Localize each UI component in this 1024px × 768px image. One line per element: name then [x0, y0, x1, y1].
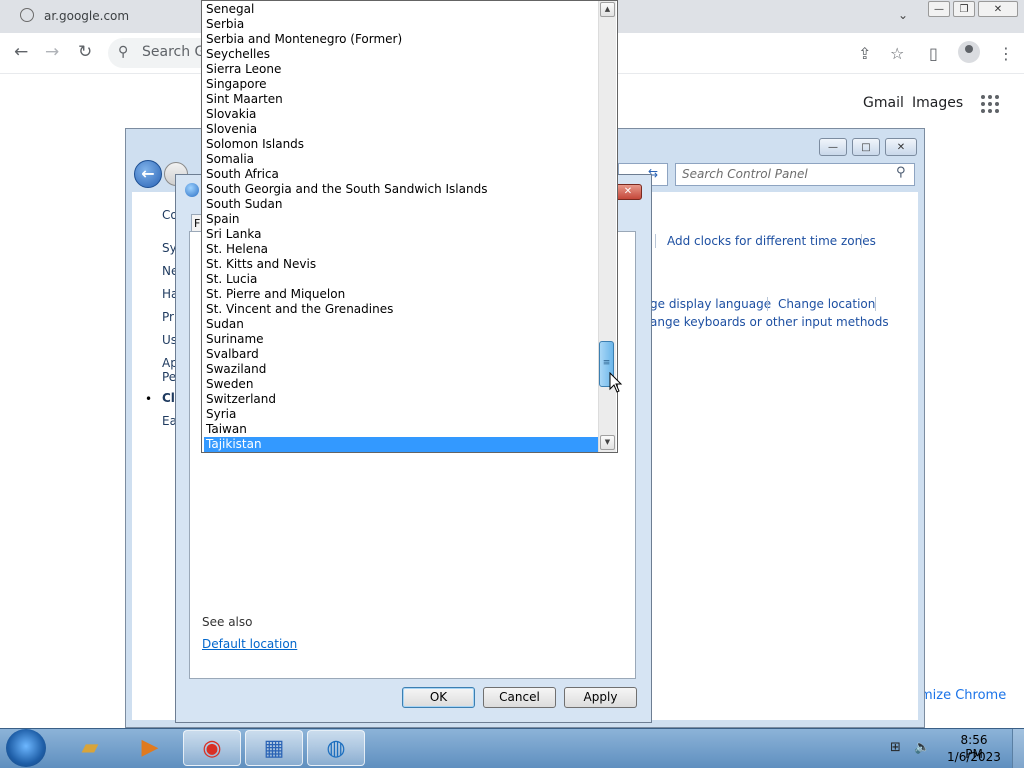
list-item[interactable]: Singapore: [204, 77, 600, 92]
share-icon[interactable]: ⇪: [858, 44, 871, 63]
network-icon[interactable]: ⊞: [890, 740, 901, 755]
list-item[interactable]: Serbia and Montenegro (Former): [204, 32, 600, 47]
country-items: Senegal Serbia Serbia and Montenegro (Form…: [204, 2, 600, 452]
cp-minimize-button[interactable]: —: [819, 138, 847, 156]
list-item[interactable]: Syria: [204, 407, 600, 422]
list-item[interactable]: Solomon Islands: [204, 137, 600, 152]
cp-maximize-button[interactable]: □: [852, 138, 880, 156]
sidebar-item-programs[interactable]: Pr: [162, 310, 174, 324]
list-item[interactable]: South Sudan: [204, 197, 600, 212]
list-item[interactable]: Sint Maarten: [204, 92, 600, 107]
home-location-dropdown-list[interactable]: Senegal Serbia Serbia and Montenegro (Form…: [201, 0, 618, 453]
explorer-icon: ▰: [81, 735, 99, 760]
add-clocks-link[interactable]: Add clocks for different time zones: [667, 234, 876, 248]
dialog-close-button[interactable]: ✕: [614, 184, 642, 200]
images-link[interactable]: Images: [912, 95, 963, 111]
cp-close-button[interactable]: ✕: [885, 138, 917, 156]
list-item[interactable]: Switzerland: [204, 392, 600, 407]
list-item[interactable]: Somalia: [204, 152, 600, 167]
bookmark-star-icon[interactable]: ☆: [890, 44, 904, 63]
scroll-down-arrow-icon[interactable]: ▼: [600, 435, 615, 450]
link-separator: [767, 297, 768, 311]
media-player-icon: ▶: [141, 735, 159, 760]
list-item[interactable]: Taiwan: [204, 422, 600, 437]
show-desktop-button[interactable]: [1012, 729, 1024, 768]
see-also-label: See also: [202, 615, 253, 629]
list-item[interactable]: Slovenia: [204, 122, 600, 137]
taskbar-control-panel[interactable]: ▦: [245, 730, 303, 766]
forward-arrow-icon[interactable]: →: [45, 42, 59, 62]
link-separator: [875, 297, 876, 311]
kebab-menu-icon[interactable]: ⋮: [998, 44, 1014, 63]
default-location-link[interactable]: Default location: [202, 637, 297, 651]
region-globe-icon: [185, 183, 199, 197]
tab-title[interactable]: ar.google.com: [44, 9, 129, 23]
mouse-cursor-icon: [609, 372, 623, 393]
list-item[interactable]: Serbia: [204, 17, 600, 32]
control-panel-icon: ▦: [263, 736, 285, 761]
chrome-restore-button[interactable]: ❐: [953, 1, 975, 17]
change-display-language-link[interactable]: ge display language: [650, 297, 771, 311]
search-icon: ⚲: [118, 44, 129, 60]
change-keyboards-link[interactable]: ange keyboards or other input methods: [650, 315, 889, 329]
list-item[interactable]: Sudan: [204, 317, 600, 332]
list-item[interactable]: Spain: [204, 212, 600, 227]
cancel-button[interactable]: Cancel: [483, 687, 556, 708]
chrome-close-button[interactable]: ✕: [978, 1, 1018, 17]
sidebar-current-bullet: •: [145, 392, 153, 406]
sidebar-item-clock-language-region[interactable]: Cl: [162, 391, 175, 405]
region-globe-icon: ◍: [326, 736, 346, 761]
list-item[interactable]: South Africa: [204, 167, 600, 182]
start-orb-icon[interactable]: [6, 729, 46, 767]
apply-button[interactable]: Apply: [564, 687, 637, 708]
google-apps-icon[interactable]: [981, 95, 999, 113]
chrome-minimize-button[interactable]: —: [928, 1, 950, 17]
link-separator: [861, 234, 862, 248]
reload-icon[interactable]: ↻: [78, 42, 92, 62]
chrome-icon: ◉: [202, 736, 222, 761]
customize-chrome-button[interactable]: mize Chrome: [920, 688, 1006, 703]
list-item[interactable]: St. Lucia: [204, 272, 600, 287]
scroll-up-arrow-icon[interactable]: ▲: [600, 2, 615, 17]
list-item[interactable]: St. Vincent and the Grenadines: [204, 302, 600, 317]
list-item[interactable]: South Georgia and the South Sandwich Isl…: [204, 182, 600, 197]
taskbar-explorer[interactable]: ▰: [61, 730, 119, 766]
list-item[interactable]: Senegal: [204, 2, 600, 17]
list-item[interactable]: Svalbard: [204, 347, 600, 362]
volume-icon[interactable]: 🔈: [914, 740, 930, 755]
taskbar-chrome[interactable]: ◉: [183, 730, 241, 766]
list-item[interactable]: St. Helena: [204, 242, 600, 257]
site-globe-icon: [20, 8, 34, 22]
list-item[interactable]: Tajikistan: [204, 437, 600, 452]
profile-avatar[interactable]: [958, 41, 980, 63]
taskbar-region[interactable]: ◍: [307, 730, 365, 766]
list-item[interactable]: Sierra Leone: [204, 62, 600, 77]
taskbar-media-player[interactable]: ▶: [121, 730, 179, 766]
gmail-link[interactable]: Gmail: [863, 95, 904, 111]
cp-back-arrow-icon[interactable]: ←: [134, 160, 162, 188]
list-item[interactable]: Seychelles: [204, 47, 600, 62]
link-separator: [655, 234, 656, 248]
list-item[interactable]: Sri Lanka: [204, 227, 600, 242]
ok-button[interactable]: OK: [402, 687, 475, 708]
list-item[interactable]: Slovakia: [204, 107, 600, 122]
tab-search-chevron-icon[interactable]: ⌄: [898, 8, 908, 22]
change-location-link[interactable]: Change location: [778, 297, 875, 311]
list-item[interactable]: St. Pierre and Miquelon: [204, 287, 600, 302]
side-panel-icon[interactable]: ▯: [929, 44, 938, 63]
clock-date[interactable]: 1/6/2023: [946, 750, 1002, 764]
search-icon[interactable]: ⚲: [896, 165, 906, 180]
list-item[interactable]: St. Kitts and Nevis: [204, 257, 600, 272]
list-item[interactable]: Sweden: [204, 377, 600, 392]
list-item[interactable]: Swaziland: [204, 362, 600, 377]
cp-search-placeholder: Search Control Panel: [682, 167, 808, 181]
back-arrow-icon[interactable]: ←: [14, 42, 28, 62]
list-item[interactable]: Suriname: [204, 332, 600, 347]
